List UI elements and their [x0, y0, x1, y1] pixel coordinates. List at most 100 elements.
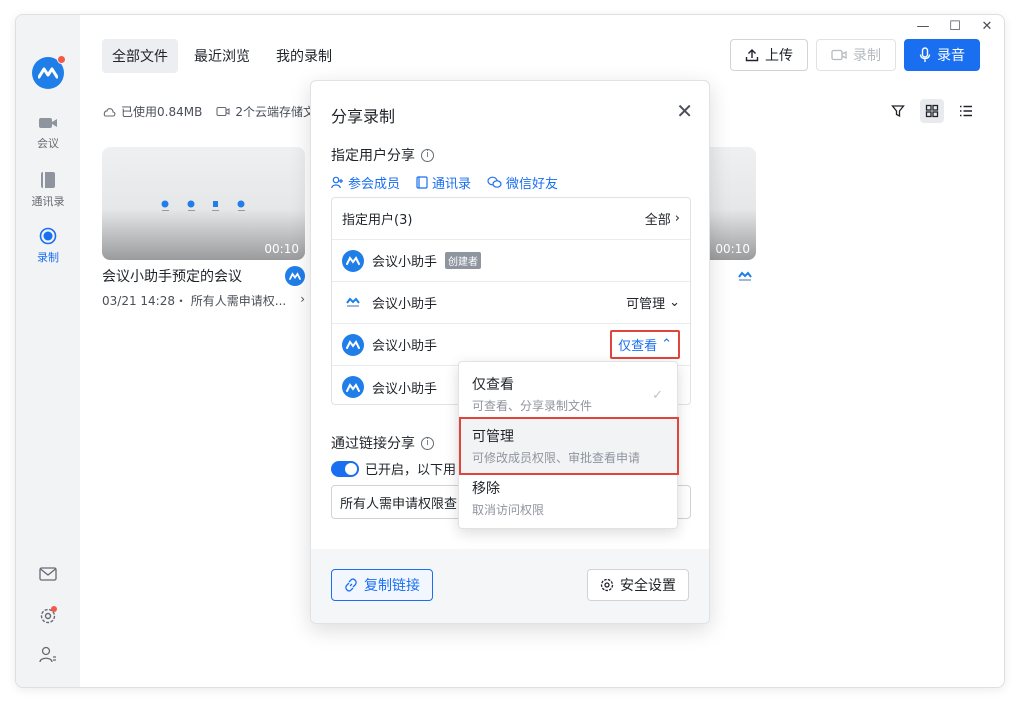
- wechat-friends-label: 微信好友: [506, 177, 559, 192]
- upload-label: 上传: [765, 48, 793, 64]
- user-switch-icon: [39, 646, 56, 663]
- tab-recent[interactable]: 最近浏览: [184, 39, 260, 73]
- grid-icon: [925, 104, 939, 118]
- sidebar-item-recording[interactable]: 录制: [16, 227, 80, 265]
- view-all-users-link[interactable]: 全部 ›: [645, 209, 680, 228]
- notification-dot: [57, 55, 66, 64]
- account-button[interactable]: [16, 645, 80, 665]
- owner-avatar: [285, 266, 305, 286]
- contacts-link[interactable]: 通讯录: [416, 173, 471, 192]
- contacts-label: 通讯录: [432, 177, 472, 192]
- address-book-icon: [41, 172, 55, 188]
- tab-my-recordings[interactable]: 我的录制: [266, 39, 342, 73]
- record-label: 录制: [853, 48, 881, 64]
- sidebar-item-label: 通讯录: [31, 195, 65, 208]
- tab-all-files[interactable]: 全部文件: [102, 39, 178, 73]
- chevron-down-icon: ⌄: [669, 295, 680, 310]
- permission-dropdown-active[interactable]: 仅查看 ⌃: [610, 330, 680, 359]
- close-icon[interactable]: ✕: [676, 101, 693, 121]
- logo-mark: [38, 67, 58, 79]
- app-logo: [32, 55, 66, 89]
- user-info: 会议小助手 创建者: [342, 249, 482, 272]
- option-desc: 可查看、分享录制文件: [472, 399, 593, 413]
- video-file-icon: [216, 106, 230, 117]
- option-title: 移除: [472, 481, 500, 497]
- sidebar-item-meeting[interactable]: 会议: [16, 115, 80, 151]
- record-icon: [39, 227, 57, 245]
- security-settings-label: 安全设置: [620, 578, 676, 594]
- specified-share-title: 指定用户分享 i: [331, 145, 434, 165]
- recording-thumbnail[interactable]: 00:10: [102, 147, 305, 260]
- wechat-friends-link[interactable]: 微信好友: [487, 173, 558, 192]
- address-book-icon: [416, 176, 428, 189]
- info-icon[interactable]: i: [421, 148, 434, 162]
- security-settings-button[interactable]: 安全设置: [587, 569, 689, 601]
- grid-view-button[interactable]: [920, 99, 944, 123]
- logo-mark: [346, 340, 360, 349]
- recording-title-row: 会议小助手预定的会议: [102, 266, 305, 286]
- view-all-label: 全部: [644, 213, 671, 228]
- duration-label: 00:10: [264, 242, 299, 256]
- users-header-row[interactable]: 指定用户(3) 全部 ›: [332, 198, 690, 240]
- microphone-icon: [919, 47, 931, 62]
- upload-icon: [745, 49, 759, 62]
- storage-cloud-text: 2个云端存储文: [235, 105, 315, 119]
- user-name: 会议小助手: [372, 255, 438, 270]
- specified-share-label: 指定用户分享: [331, 148, 415, 164]
- link-icon: [345, 578, 357, 592]
- file-tabs: 全部文件 最近浏览 我的录制: [102, 39, 342, 73]
- audio-record-button[interactable]: 录音: [904, 39, 980, 71]
- avatar: [342, 333, 364, 356]
- user-info: 会议小助手: [342, 292, 437, 314]
- permission-label: 仅查看: [618, 339, 658, 354]
- chevron-up-icon: ⌃: [661, 337, 672, 352]
- audio-label: 录音: [937, 48, 965, 64]
- wechat-icon: [487, 176, 502, 188]
- logo-mark: [289, 272, 301, 280]
- video-camera-icon: [39, 118, 57, 128]
- chevron-right-icon: ›: [674, 211, 680, 226]
- share-recording-dialog: 分享录制 ✕ 指定用户分享 i 参会成员 通讯录 微信好友 指定用户(3) 全部…: [310, 80, 710, 624]
- recording-title: 会议小助手预定的会议: [102, 269, 242, 285]
- copy-link-label: 复制链接: [364, 578, 420, 594]
- list-view-button[interactable]: [954, 99, 978, 123]
- chevron-right-icon[interactable]: ›: [300, 292, 305, 309]
- link-share-toggle-row: 已开启，以下用: [331, 459, 456, 478]
- option-remove[interactable]: 移除 取消访问权限: [459, 470, 677, 526]
- record-button[interactable]: 录制: [816, 39, 896, 71]
- logo-mark: [346, 256, 360, 265]
- tencent-meeting-logo-icon: [738, 271, 752, 281]
- permission-dropdown[interactable]: 可管理 ⌄: [626, 293, 680, 312]
- duration-label: 00:10: [715, 242, 750, 256]
- sidebar: 会议 通讯录 录制: [16, 15, 80, 687]
- info-icon[interactable]: i: [421, 436, 434, 450]
- user-info: 会议小助手: [342, 376, 437, 398]
- user-info: 会议小助手: [342, 333, 437, 356]
- add-participants-link[interactable]: 参会成员: [331, 173, 400, 192]
- filter-button[interactable]: [886, 99, 910, 123]
- mail-button[interactable]: [16, 567, 80, 581]
- option-view-only[interactable]: 仅查看 可查看、分享录制文件 ✓: [459, 366, 677, 422]
- link-share-toggle[interactable]: [331, 460, 359, 477]
- dialog-footer: 复制链接 安全设置: [311, 549, 709, 623]
- storage-used: 已使用0.84MB: [102, 103, 202, 120]
- storage-used-text: 已使用0.84MB: [121, 105, 203, 119]
- option-title: 可管理: [472, 429, 514, 445]
- user-name: 会议小助手: [372, 381, 438, 397]
- storage-cloud: 2个云端存储文: [216, 103, 315, 120]
- user-row: 会议小助手 创建者: [332, 240, 690, 282]
- settings-button[interactable]: [16, 605, 80, 625]
- view-tools: [886, 99, 978, 123]
- copy-link-button[interactable]: 复制链接: [331, 569, 433, 601]
- gear-icon: [40, 606, 57, 624]
- cloud-icon: [103, 108, 116, 117]
- upload-button[interactable]: 上传: [730, 39, 808, 71]
- select-value: 所有人需申请权限查: [340, 496, 458, 512]
- permission-label: 可管理: [626, 297, 666, 312]
- option-can-manage[interactable]: 可管理 可修改成员权限、审批查看申请: [459, 417, 679, 475]
- users-count: 指定用户(3): [342, 213, 413, 228]
- sidebar-item-label: 会议: [37, 137, 59, 150]
- share-sources: 参会成员 通讯录 微信好友: [331, 173, 558, 192]
- sidebar-item-contacts[interactable]: 通讯录: [16, 171, 80, 209]
- recording-card[interactable]: 00:10 会议小助手预定的会议 03/21 14:28・ 所有人需申请权...…: [102, 147, 305, 309]
